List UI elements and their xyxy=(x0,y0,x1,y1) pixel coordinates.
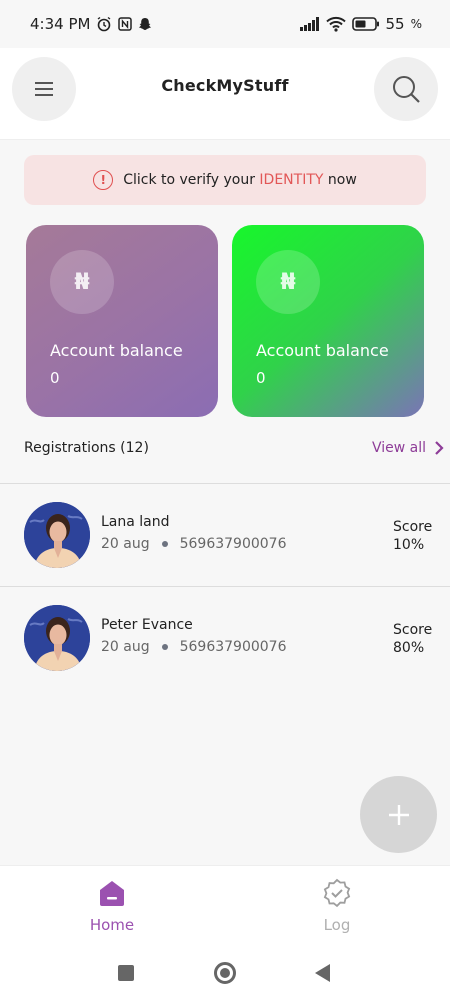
banner-suffix: now xyxy=(323,172,357,188)
registration-date: 20 aug xyxy=(101,639,150,655)
battery-icon xyxy=(351,17,380,31)
search-button[interactable] xyxy=(374,57,438,121)
card-label: Account balance xyxy=(50,341,183,360)
account-balance-card[interactable]: ₦ Account balance 0 xyxy=(26,225,218,417)
score-value: 80% xyxy=(393,640,425,656)
registration-id: 569637900076 xyxy=(179,536,287,552)
score-block: Score 80% xyxy=(393,621,432,657)
avatar xyxy=(24,502,90,568)
alert-icon: ! xyxy=(93,170,114,190)
score-block: Score 10% xyxy=(393,518,432,554)
registrations-title: Registrations (12) xyxy=(24,440,149,456)
list-item[interactable]: Lana land 20 aug 569637900076 Score 10% xyxy=(0,483,450,585)
registrant-name: Peter Evance xyxy=(101,617,193,633)
verified-check-icon xyxy=(323,878,351,908)
banner-prefix: Click to verify your xyxy=(123,172,260,188)
status-time: 4:34 PM xyxy=(30,15,91,33)
registrant-meta: 20 aug 569637900076 xyxy=(101,536,287,552)
verify-identity-banner[interactable]: ! Click to verify your IDENTITY now xyxy=(24,155,426,205)
system-navigation-bar xyxy=(0,950,450,1000)
bottom-navigation: Home Log xyxy=(0,865,450,950)
percent-sign-icon: % xyxy=(410,17,422,31)
signal-icon xyxy=(299,17,320,31)
card-value: 0 xyxy=(50,369,60,387)
account-balance-card[interactable]: ₦ Account balance 0 xyxy=(232,225,424,417)
home-system-icon[interactable] xyxy=(214,962,236,984)
snapchat-icon xyxy=(138,17,152,31)
search-icon xyxy=(393,76,420,103)
registrant-meta: 20 aug 569637900076 xyxy=(101,639,287,655)
banner-text: Click to verify your IDENTITY now xyxy=(123,172,357,188)
naira-icon: ₦ xyxy=(256,250,320,314)
list-item[interactable]: Peter Evance 20 aug 569637900076 Score 8… xyxy=(0,586,450,688)
score-label: Score xyxy=(393,622,433,638)
separator-dot xyxy=(161,541,168,547)
wifi-icon xyxy=(325,16,346,32)
registrant-name: Lana land xyxy=(101,514,170,530)
add-registration-button[interactable] xyxy=(360,776,437,853)
banner-highlight: IDENTITY xyxy=(259,172,324,188)
app-header: CheckMyStuff xyxy=(0,48,450,140)
card-label: Account balance xyxy=(256,341,389,360)
plus-icon xyxy=(388,804,409,825)
status-left: 4:34 PM xyxy=(30,15,152,33)
nav-log-label: Log xyxy=(323,916,351,934)
score-label: Score xyxy=(393,519,433,535)
battery-level: 55 xyxy=(385,15,405,33)
nav-home[interactable]: Home xyxy=(62,878,162,934)
card-value: 0 xyxy=(256,369,266,387)
chevron-right-icon xyxy=(435,441,444,455)
avatar xyxy=(24,605,90,671)
separator-dot xyxy=(161,644,168,650)
view-all-label: View all xyxy=(371,440,426,456)
alarm-icon xyxy=(96,16,112,32)
status-right: 55% xyxy=(299,15,422,33)
home-icon xyxy=(100,881,124,906)
nfc-icon xyxy=(118,17,133,31)
back-icon[interactable] xyxy=(315,964,330,982)
score-value: 10% xyxy=(393,537,425,553)
recents-icon[interactable] xyxy=(118,965,134,981)
registration-id: 569637900076 xyxy=(179,639,287,655)
nav-log[interactable]: Log xyxy=(287,878,387,934)
view-all-link[interactable]: View all xyxy=(372,440,444,456)
naira-icon: ₦ xyxy=(50,250,114,314)
nav-home-label: Home xyxy=(89,916,135,934)
registration-date: 20 aug xyxy=(101,536,150,552)
status-bar: 4:34 PM 55% xyxy=(0,0,450,48)
registrations-header: Registrations (12) View all xyxy=(24,440,444,456)
